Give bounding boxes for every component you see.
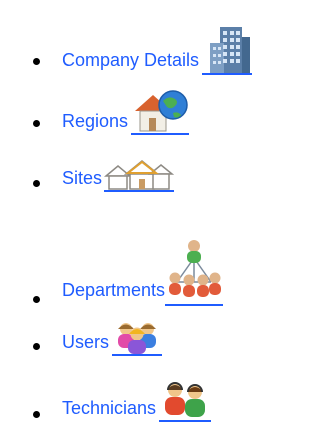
- navigation-list: Company Details Regions Sites Department…: [0, 0, 325, 443]
- bullet: [33, 180, 40, 187]
- technicians-icon: [159, 380, 212, 422]
- departments-link[interactable]: Departments: [62, 238, 224, 306]
- users-label: Users: [62, 332, 110, 352]
- list-item-regions: Regions: [0, 87, 325, 135]
- sites-label: Sites: [62, 168, 103, 188]
- departments-label: Departments: [62, 280, 166, 300]
- building-icon: [202, 27, 253, 75]
- sites-link[interactable]: Sites: [62, 158, 175, 192]
- list-item-sites: Sites: [0, 158, 325, 198]
- company-details-label: Company Details: [62, 50, 200, 70]
- bullet: [33, 58, 40, 65]
- bullet: [33, 296, 40, 303]
- users-group-icon: [112, 320, 163, 356]
- list-item-users: Users: [0, 318, 325, 358]
- list-item-departments: Departments: [0, 230, 325, 306]
- users-link[interactable]: Users: [62, 320, 163, 356]
- list-item-technicians: Technicians: [0, 378, 325, 422]
- technicians-link[interactable]: Technicians: [62, 380, 212, 422]
- list-item-company-details: Company Details: [0, 27, 325, 75]
- technicians-label: Technicians: [62, 398, 157, 418]
- company-details-link[interactable]: Company Details: [62, 27, 253, 75]
- bullet: [33, 343, 40, 350]
- bullet: [33, 411, 40, 418]
- regions-label: Regions: [62, 111, 129, 131]
- bullet: [33, 120, 40, 127]
- org-people-icon: [165, 238, 224, 306]
- houses-icon: [104, 158, 175, 192]
- regions-link[interactable]: Regions: [62, 89, 190, 135]
- globe-house-icon: [131, 89, 190, 135]
